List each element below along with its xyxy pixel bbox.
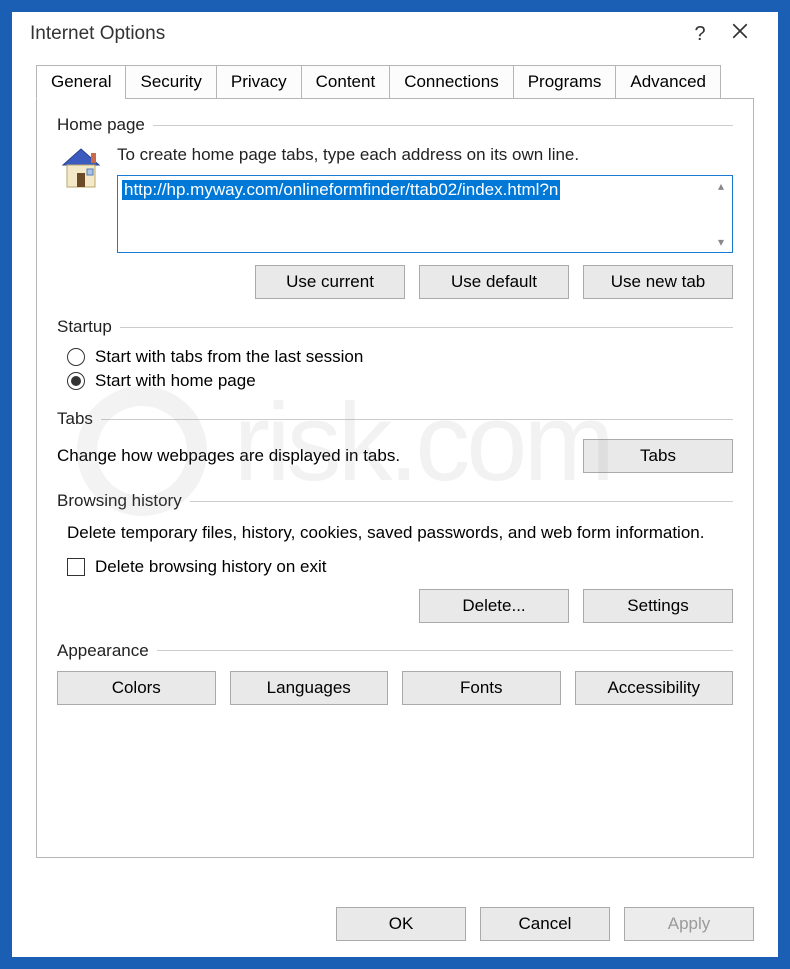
group-startup-title: Startup: [57, 317, 112, 337]
group-history: Browsing history Delete temporary files,…: [57, 491, 733, 623]
cancel-button[interactable]: Cancel: [480, 907, 610, 941]
use-new-tab-button[interactable]: Use new tab: [583, 265, 733, 299]
group-history-title: Browsing history: [57, 491, 182, 511]
group-tabs: Tabs Change how webpages are displayed i…: [57, 409, 733, 473]
dialog-footer: OK Cancel Apply: [12, 893, 778, 957]
close-icon[interactable]: [720, 22, 760, 46]
scroll-up-icon[interactable]: ▴: [718, 179, 724, 193]
titlebar: Internet Options ?: [12, 12, 778, 52]
radio-home-page[interactable]: Start with home page: [67, 371, 733, 391]
group-appearance: Appearance Colors Languages Fonts Access…: [57, 641, 733, 705]
accessibility-button[interactable]: Accessibility: [575, 671, 734, 705]
tab-programs[interactable]: Programs: [513, 65, 617, 99]
use-default-button[interactable]: Use default: [419, 265, 569, 299]
checkbox-icon[interactable]: [67, 558, 85, 576]
history-description: Delete temporary files, history, cookies…: [67, 521, 733, 545]
scrollbar[interactable]: ▴ ▾: [710, 176, 732, 252]
home-icon: [57, 145, 105, 193]
checkbox-delete-on-exit-label: Delete browsing history on exit: [95, 557, 327, 577]
tab-content[interactable]: Content: [301, 65, 391, 99]
group-homepage: Home page To create home: [57, 115, 733, 299]
tab-privacy[interactable]: Privacy: [216, 65, 302, 99]
tab-security[interactable]: Security: [125, 65, 216, 99]
radio-last-session[interactable]: Start with tabs from the last session: [67, 347, 733, 367]
delete-button[interactable]: Delete...: [419, 589, 569, 623]
languages-button[interactable]: Languages: [230, 671, 389, 705]
homepage-instruction: To create home page tabs, type each addr…: [117, 145, 733, 165]
group-tabs-title: Tabs: [57, 409, 93, 429]
tabs-description: Change how webpages are displayed in tab…: [57, 446, 563, 466]
radio-last-session-label: Start with tabs from the last session: [95, 347, 363, 367]
radio-home-page-label: Start with home page: [95, 371, 256, 391]
colors-button[interactable]: Colors: [57, 671, 216, 705]
ok-button[interactable]: OK: [336, 907, 466, 941]
scroll-down-icon[interactable]: ▾: [718, 235, 724, 249]
tabs-button[interactable]: Tabs: [583, 439, 733, 473]
tab-body-general: risk.com Home page: [36, 98, 754, 858]
tab-advanced[interactable]: Advanced: [615, 65, 721, 99]
group-appearance-title: Appearance: [57, 641, 149, 661]
fonts-button[interactable]: Fonts: [402, 671, 561, 705]
tabstrip: General Security Privacy Content Connect…: [36, 65, 754, 99]
tab-general[interactable]: General: [36, 65, 126, 99]
group-startup: Startup Start with tabs from the last se…: [57, 317, 733, 391]
help-icon[interactable]: ?: [680, 23, 720, 46]
tab-connections[interactable]: Connections: [389, 65, 514, 99]
homepage-url-input[interactable]: http://hp.myway.com/onlineformfinder/tta…: [117, 175, 733, 253]
settings-button[interactable]: Settings: [583, 589, 733, 623]
use-current-button[interactable]: Use current: [255, 265, 405, 299]
homepage-url-text: http://hp.myway.com/onlineformfinder/tta…: [122, 180, 560, 200]
radio-icon[interactable]: [67, 372, 85, 390]
radio-icon[interactable]: [67, 348, 85, 366]
window-title: Internet Options: [30, 23, 680, 45]
group-homepage-title: Home page: [57, 115, 145, 135]
apply-button: Apply: [624, 907, 754, 941]
checkbox-delete-on-exit[interactable]: Delete browsing history on exit: [67, 557, 733, 577]
internet-options-dialog: Internet Options ? General Security Priv…: [12, 12, 778, 957]
